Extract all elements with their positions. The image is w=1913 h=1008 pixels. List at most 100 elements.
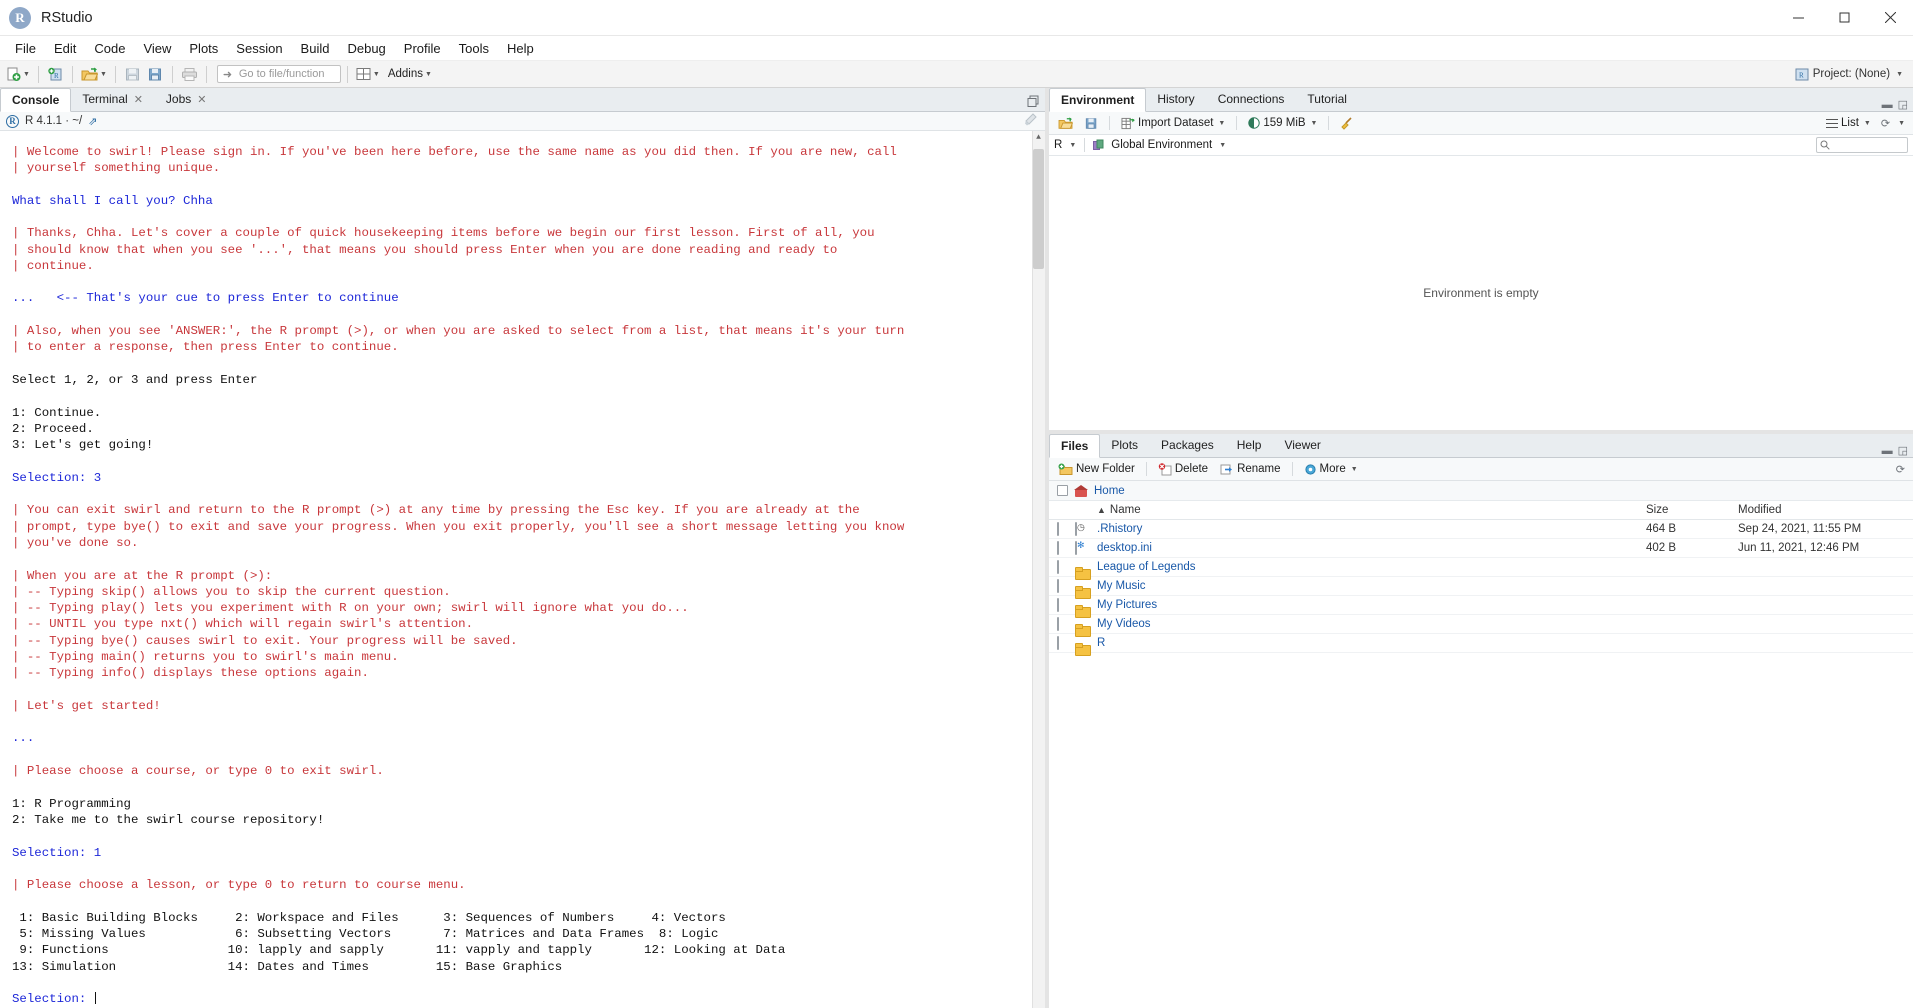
row-checkbox[interactable]: [1057, 598, 1059, 612]
file-name-link[interactable]: desktop.ini: [1097, 542, 1152, 554]
row-checkbox[interactable]: [1057, 522, 1059, 536]
row-name-cell[interactable]: R: [1097, 637, 1646, 649]
tab-packages[interactable]: Packages: [1150, 433, 1226, 457]
import-dataset-button[interactable]: Import Dataset ▼: [1117, 116, 1229, 131]
workspace-panes-button[interactable]: ▼: [354, 64, 382, 85]
new-folder-button[interactable]: New Folder: [1054, 462, 1139, 477]
header-name-column[interactable]: ▲ Name: [1097, 504, 1646, 516]
delete-button[interactable]: Delete: [1154, 462, 1212, 477]
files-breadcrumb: Home: [1049, 481, 1913, 501]
menu-edit[interactable]: Edit: [45, 38, 85, 59]
load-workspace-button[interactable]: [1054, 116, 1077, 131]
open-in-new-window-icon[interactable]: ⇗: [88, 115, 97, 128]
maximize-pane-icon[interactable]: [1027, 95, 1040, 111]
clear-console-icon[interactable]: [1024, 113, 1045, 129]
row-name-cell[interactable]: My Pictures: [1097, 599, 1646, 611]
maximize-pane-icon-env[interactable]: ◲: [1898, 98, 1908, 111]
row-checkbox[interactable]: [1057, 636, 1059, 650]
tab-files[interactable]: Files: [1049, 434, 1101, 458]
file-name-link[interactable]: R: [1097, 637, 1105, 649]
save-button[interactable]: [122, 64, 143, 85]
menu-file[interactable]: File: [6, 38, 45, 59]
menu-profile[interactable]: Profile: [395, 38, 450, 59]
menu-debug[interactable]: Debug: [338, 38, 394, 59]
row-name-cell[interactable]: My Music: [1097, 580, 1646, 592]
file-name-link[interactable]: League of Legends: [1097, 561, 1195, 573]
header-size-column[interactable]: Size: [1646, 504, 1738, 516]
environment-scope[interactable]: Global Environment: [1111, 139, 1212, 151]
view-mode-button[interactable]: List ▼: [1822, 116, 1875, 130]
file-name-link[interactable]: .Rhistory: [1097, 523, 1142, 535]
tab-tutorial[interactable]: Tutorial: [1296, 87, 1359, 111]
console-scrollbar-thumb[interactable]: [1033, 149, 1044, 269]
file-row[interactable]: .Rhistory 464 B Sep 24, 2021, 11:55 PM: [1049, 520, 1913, 539]
file-row[interactable]: My Music: [1049, 577, 1913, 596]
goto-file-function-input[interactable]: ➜ Go to file/function: [216, 65, 341, 83]
menu-code[interactable]: Code: [85, 38, 134, 59]
tab-history[interactable]: History: [1146, 87, 1206, 111]
row-name-cell[interactable]: desktop.ini: [1097, 542, 1646, 554]
print-button[interactable]: [179, 64, 200, 85]
menu-view[interactable]: View: [134, 38, 180, 59]
row-name-cell[interactable]: My Videos: [1097, 618, 1646, 630]
breadcrumb-home-link[interactable]: Home: [1094, 485, 1125, 497]
tab-console[interactable]: Console: [0, 88, 72, 112]
addins-button[interactable]: Addins ▼: [384, 64, 434, 85]
minimize-pane-icon-files[interactable]: ▬: [1882, 445, 1893, 457]
tab-environment[interactable]: Environment: [1049, 88, 1147, 112]
save-all-button[interactable]: [145, 64, 166, 85]
maximize-pane-icon-files[interactable]: ◲: [1898, 444, 1908, 457]
save-workspace-button[interactable]: [1081, 116, 1102, 131]
scroll-up-arrow-icon[interactable]: ▲: [1033, 132, 1044, 145]
select-all-checkbox[interactable]: [1057, 485, 1068, 496]
row-name-cell[interactable]: League of Legends: [1097, 561, 1646, 573]
environment-search-input[interactable]: [1816, 137, 1908, 153]
close-button[interactable]: [1867, 0, 1913, 36]
menu-session[interactable]: Session: [227, 38, 291, 59]
tab-viewer[interactable]: Viewer: [1273, 433, 1332, 457]
file-row[interactable]: My Videos: [1049, 615, 1913, 634]
close-icon-terminal[interactable]: ✕: [134, 93, 143, 106]
menu-help[interactable]: Help: [498, 38, 543, 59]
new-project-button[interactable]: R: [45, 64, 66, 85]
maximize-button[interactable]: [1821, 0, 1867, 36]
close-icon-jobs[interactable]: ✕: [197, 93, 206, 106]
menu-build[interactable]: Build: [292, 38, 339, 59]
memory-usage-button[interactable]: 159 MiB ▼: [1244, 116, 1321, 130]
rename-button[interactable]: Rename: [1216, 462, 1284, 477]
refresh-icon-env[interactable]: ⟳: [1881, 117, 1890, 130]
tab-jobs[interactable]: Jobs ✕: [155, 87, 219, 111]
file-name-link[interactable]: My Music: [1097, 580, 1146, 592]
more-button[interactable]: More ▼: [1300, 462, 1362, 477]
tab-terminal[interactable]: Terminal ✕: [71, 87, 155, 111]
tab-help[interactable]: Help: [1226, 433, 1274, 457]
row-checkbox[interactable]: [1057, 617, 1059, 631]
file-row[interactable]: League of Legends: [1049, 558, 1913, 577]
row-checkbox[interactable]: [1057, 560, 1059, 574]
row-name-cell[interactable]: .Rhistory: [1097, 523, 1646, 535]
file-name-link[interactable]: My Pictures: [1097, 599, 1157, 611]
row-checkbox[interactable]: [1057, 579, 1059, 593]
console-output-area[interactable]: > library(swirl) | Hi! Type swirl() when…: [0, 131, 1045, 1008]
tab-plots[interactable]: Plots: [1100, 433, 1150, 457]
open-file-button[interactable]: ▼: [79, 64, 109, 85]
new-file-button[interactable]: ▼: [4, 64, 32, 85]
minimize-button[interactable]: [1775, 0, 1821, 36]
file-row[interactable]: desktop.ini 402 B Jun 11, 2021, 12:46 PM: [1049, 539, 1913, 558]
minimize-pane-icon-env[interactable]: ▬: [1882, 99, 1893, 111]
global-environment-icon: [1093, 139, 1104, 150]
refresh-icon-files[interactable]: ⟳: [1896, 463, 1905, 476]
file-name-link[interactable]: My Videos: [1097, 618, 1150, 630]
menu-plots[interactable]: Plots: [180, 38, 227, 59]
header-modified-column[interactable]: Modified: [1738, 504, 1913, 516]
environment-language[interactable]: R: [1054, 139, 1062, 151]
row-checkbox[interactable]: [1057, 541, 1059, 555]
tab-connections[interactable]: Connections: [1207, 87, 1297, 111]
clear-workspace-button[interactable]: [1336, 116, 1358, 131]
menu-tools[interactable]: Tools: [450, 38, 498, 59]
console-scrollbar[interactable]: ▲: [1032, 131, 1045, 1008]
project-selector[interactable]: R Project: (None) ▼: [1795, 68, 1909, 81]
file-row[interactable]: R: [1049, 634, 1913, 653]
file-row[interactable]: My Pictures: [1049, 596, 1913, 615]
